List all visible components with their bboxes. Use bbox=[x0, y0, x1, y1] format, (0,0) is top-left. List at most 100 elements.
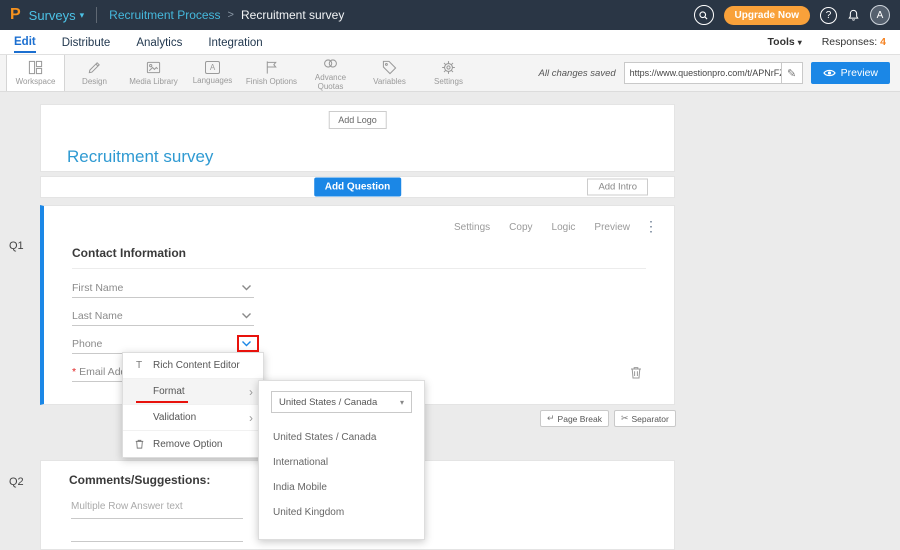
menu-item-format[interactable]: Format › bbox=[123, 379, 263, 405]
breadcrumb-current: Recruitment survey bbox=[241, 8, 344, 22]
surveys-menu[interactable]: Surveys ▾ bbox=[29, 8, 85, 23]
preview-button-label: Preview bbox=[841, 67, 878, 79]
page-break-button[interactable]: ↵ Page Break bbox=[540, 410, 609, 427]
format-option-international[interactable]: International bbox=[259, 450, 424, 475]
between-question-tools: ↵ Page Break ✂ Separator bbox=[540, 410, 676, 427]
responses-indicator[interactable]: Responses:4 bbox=[822, 36, 886, 48]
divider bbox=[96, 7, 97, 23]
toolbar-item-finish-options[interactable]: Finish Options bbox=[242, 55, 301, 91]
question-more-menu-icon[interactable]: ⋮ bbox=[644, 218, 658, 235]
format-option-india-mobile[interactable]: India Mobile bbox=[259, 475, 424, 500]
contact-field-first-name[interactable]: First Name bbox=[72, 278, 254, 298]
surveys-menu-label: Surveys bbox=[29, 8, 76, 23]
menu-item-rich-content-editor[interactable]: T Rich Content Editor bbox=[123, 353, 263, 379]
add-intro-button[interactable]: Add Intro bbox=[587, 179, 648, 196]
separator-label: Separator bbox=[632, 414, 669, 424]
format-submenu-panel: United States / Canada ▾ United States /… bbox=[258, 380, 425, 540]
media-library-icon bbox=[146, 60, 161, 75]
edit-url-button[interactable]: ✎ bbox=[781, 62, 803, 84]
question-preview-link[interactable]: Preview bbox=[594, 222, 630, 233]
breadcrumb-parent-link[interactable]: Recruitment Process bbox=[109, 8, 220, 22]
page-break-icon: ↵ bbox=[547, 413, 555, 424]
question-number-q1: Q1 bbox=[9, 240, 24, 252]
format-options-list: United States / Canada International Ind… bbox=[259, 425, 424, 525]
question-copy-link[interactable]: Copy bbox=[509, 222, 532, 233]
tab-distribute[interactable]: Distribute bbox=[62, 33, 111, 52]
page-break-label: Page Break bbox=[558, 414, 602, 424]
menu-item-label: Format bbox=[153, 386, 185, 397]
question-heading[interactable]: Contact Information bbox=[72, 246, 186, 260]
toolbar-item-media-library[interactable]: Media Library bbox=[124, 55, 183, 91]
menu-item-remove-option[interactable]: Remove Option bbox=[123, 431, 263, 457]
question-logic-link[interactable]: Logic bbox=[552, 222, 576, 233]
tab-analytics[interactable]: Analytics bbox=[136, 33, 182, 52]
toolbar-item-label: Advance Quotas bbox=[301, 73, 360, 91]
chevron-down-icon[interactable] bbox=[239, 310, 254, 321]
menu-item-validation[interactable]: Validation › bbox=[123, 405, 263, 431]
chevron-down-icon: ▾ bbox=[400, 398, 404, 407]
pencil-icon: ✎ bbox=[787, 67, 796, 80]
avatar[interactable]: A bbox=[870, 5, 890, 25]
trash-icon bbox=[133, 439, 145, 449]
contact-field-last-name[interactable]: Last Name bbox=[72, 306, 254, 326]
responses-count: 4 bbox=[880, 36, 886, 48]
tools-label: Tools bbox=[768, 36, 795, 48]
toolbar-item-settings[interactable]: Settings bbox=[419, 55, 478, 91]
question-actions: Settings Copy Logic Preview bbox=[454, 222, 630, 233]
contact-field-phone[interactable]: Phone bbox=[72, 334, 254, 354]
preview-button[interactable]: Preview bbox=[811, 62, 890, 84]
toolbar-item-label: Finish Options bbox=[246, 77, 297, 86]
toolbar-right: All changes saved https://www.questionpr… bbox=[539, 55, 894, 91]
multi-row-answer-field[interactable]: Multiple Row Answer text bbox=[71, 501, 243, 519]
add-question-button[interactable]: Add Question bbox=[314, 178, 402, 197]
chevron-right-icon: › bbox=[249, 413, 253, 423]
delete-question-icon[interactable] bbox=[630, 366, 642, 379]
toolbar-item-variables[interactable]: Variables bbox=[360, 55, 419, 91]
questionpro-logo[interactable]: P bbox=[10, 6, 21, 24]
question-heading[interactable]: Comments/Suggestions: bbox=[69, 473, 210, 487]
add-logo-button[interactable]: Add Logo bbox=[328, 111, 387, 129]
chevron-down-icon[interactable] bbox=[239, 338, 254, 349]
question-settings-link[interactable]: Settings bbox=[454, 222, 490, 233]
help-icon[interactable]: ? bbox=[820, 7, 837, 24]
format-option-us-canada[interactable]: United States / Canada bbox=[259, 425, 424, 450]
survey-url-field[interactable]: https://www.questionpro.com/t/APNrFZ bbox=[624, 62, 782, 84]
workspace-icon bbox=[28, 60, 43, 75]
menu-item-label: Validation bbox=[153, 412, 196, 423]
chevron-down-icon: ▾ bbox=[798, 38, 802, 47]
upgrade-now-button[interactable]: Upgrade Now bbox=[724, 6, 810, 25]
section-nav: Edit Distribute Analytics Integration To… bbox=[0, 30, 900, 55]
languages-icon: A bbox=[205, 61, 220, 74]
topbar-actions: Upgrade Now ? A bbox=[694, 5, 890, 25]
eye-icon bbox=[823, 68, 836, 78]
answer-line bbox=[71, 541, 243, 542]
field-label: Phone bbox=[72, 338, 102, 350]
separator-button[interactable]: ✂ Separator bbox=[614, 410, 676, 427]
toolbar-item-workspace[interactable]: Workspace bbox=[6, 55, 65, 91]
toolbar-item-advance-quotas[interactable]: Advance Quotas bbox=[301, 55, 360, 91]
search-icon[interactable] bbox=[694, 5, 714, 25]
toolbar-item-label: Languages bbox=[193, 76, 233, 85]
format-select[interactable]: United States / Canada ▾ bbox=[271, 391, 412, 413]
toolbar-item-label: Settings bbox=[434, 77, 463, 86]
tab-edit[interactable]: Edit bbox=[14, 32, 36, 53]
survey-title[interactable]: Recruitment survey bbox=[67, 147, 213, 167]
design-icon bbox=[87, 60, 102, 75]
field-label: Last Name bbox=[72, 310, 123, 322]
tab-integration[interactable]: Integration bbox=[208, 33, 262, 52]
survey-url-group: https://www.questionpro.com/t/APNrFZ ✎ bbox=[624, 62, 803, 84]
annotation-underline bbox=[136, 401, 188, 403]
top-navbar: P Surveys ▾ Recruitment Process > Recrui… bbox=[0, 0, 900, 30]
required-asterisk: * bbox=[72, 366, 76, 378]
menu-item-label: Rich Content Editor bbox=[153, 360, 240, 371]
tools-menu[interactable]: Tools ▾ bbox=[768, 36, 802, 48]
bell-icon[interactable] bbox=[847, 9, 860, 22]
chevron-down-icon[interactable] bbox=[239, 282, 254, 293]
format-option-united-kingdom[interactable]: United Kingdom bbox=[259, 500, 424, 525]
toolbar-item-languages[interactable]: A Languages bbox=[183, 55, 242, 91]
editor-toolbar: Workspace Design Media Library A Languag… bbox=[0, 55, 900, 92]
settings-gear-icon bbox=[441, 60, 456, 75]
variables-icon bbox=[382, 60, 397, 75]
toolbar-item-design[interactable]: Design bbox=[65, 55, 124, 91]
toolbar-item-label: Workspace bbox=[16, 77, 56, 86]
